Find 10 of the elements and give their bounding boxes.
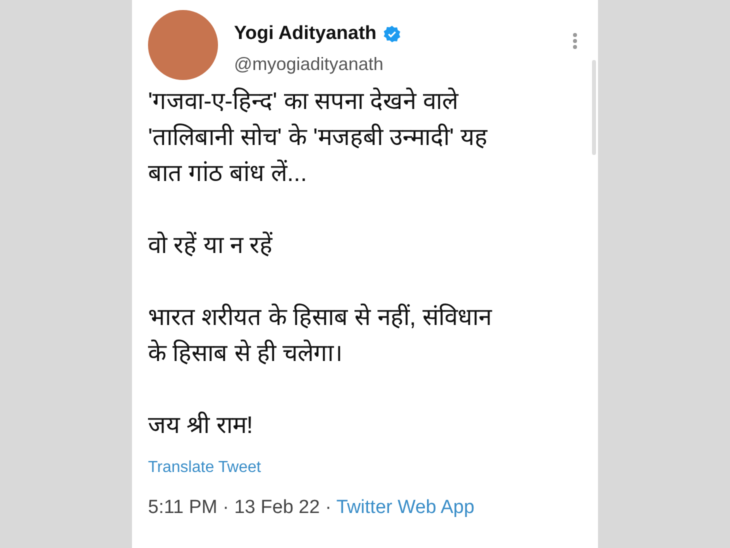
translate-link[interactable]: Translate Tweet [148, 456, 261, 480]
account-name: Yogi Adityanath [234, 22, 376, 46]
tweet-timestamp: 5:11 PM · 13 Feb 22 · [148, 496, 332, 520]
tweet-text: भारत शरीयत के हिसाब से नहीं, संविधान के हिसाब से ही चलेगा। [148, 302, 494, 369]
account-handle: @myogiadityanath [234, 52, 384, 76]
more-options-icon[interactable] [572, 32, 578, 50]
source-link[interactable]: Twitter Web App [336, 494, 474, 522]
tweet-text: 'गजवा-ए-हिन्द' का सपना देखने वाले 'तालिबानी सोच' के 'मजहबी उन्मादी' यह बात गांठ बांध लें... [148, 86, 489, 189]
tweet-text: वो रहें या न रहें [148, 230, 274, 261]
tweet-text: जय श्री राम! [148, 410, 254, 441]
